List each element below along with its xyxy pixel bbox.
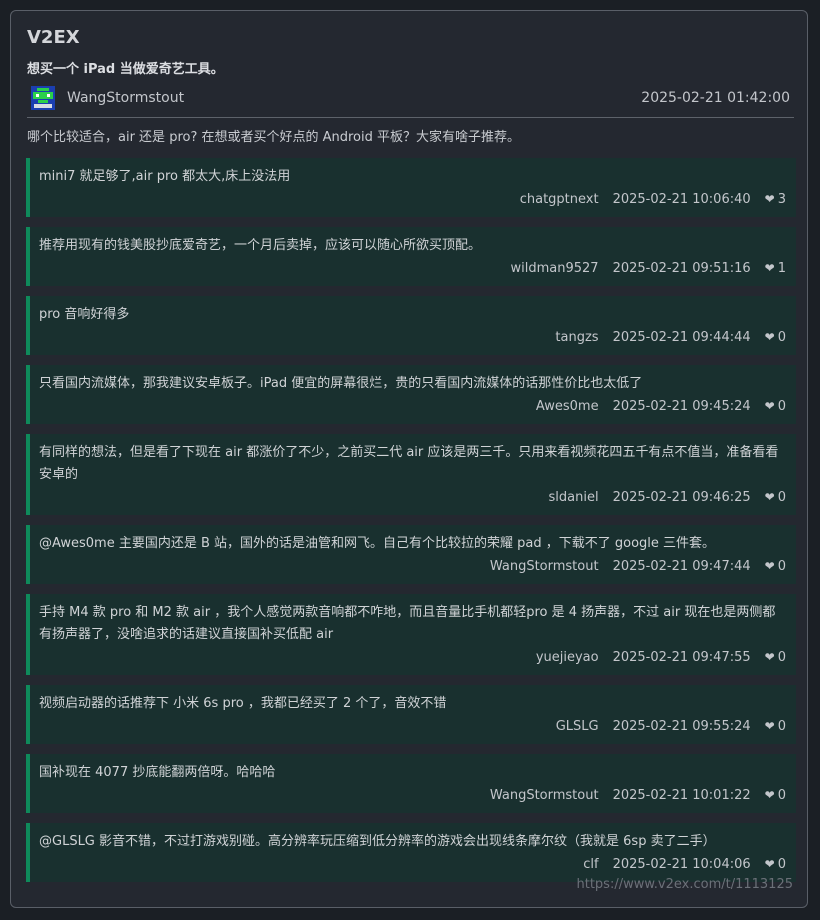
- reply-time: 2025-02-21 10:06:40: [612, 192, 751, 207]
- heart-icon: ❤: [764, 719, 775, 733]
- topic-title[interactable]: 想买一个 iPad 当做爱奇艺工具。: [27, 60, 224, 80]
- reply-content: 手持 M4 款 pro 和 M2 款 air ，我个人感觉两款音响都不咋地，而且…: [39, 605, 776, 642]
- like-count: 1: [777, 261, 786, 276]
- like-count: 0: [777, 399, 786, 414]
- reply-item: @Awes0me 主要国内还是 B 站，国外的话是油管和网飞。自己有个比较拉的荣…: [26, 525, 796, 584]
- reply-time: 2025-02-21 09:45:24: [612, 399, 751, 414]
- reply-time: 2025-02-21 10:04:06: [612, 857, 751, 872]
- reply-time: 2025-02-21 09:51:16: [612, 261, 751, 276]
- reply-time: 2025-02-21 09:55:24: [612, 719, 751, 734]
- reply-meta: clf 2025-02-21 10:04:06 ❤ 0: [39, 853, 786, 876]
- reply-item: 视频启动器的话推荐下 小米 6s pro ，我都已经买了 2 个了，音效不错 GL…: [26, 685, 796, 744]
- reply-item: 国补现在 4077 抄底能翻两倍呀。哈哈哈 WangStormstout 2025-…: [26, 754, 796, 813]
- heart-icon: ❤: [764, 857, 775, 871]
- reply-username[interactable]: chatgptnext: [520, 189, 599, 211]
- reply-meta: wildman9527 2025-02-21 09:51:16 ❤ 1: [39, 257, 786, 280]
- like-count: 0: [777, 330, 786, 345]
- reply-item: 手持 M4 款 pro 和 M2 款 air ，我个人感觉两款音响都不咋地，而且…: [26, 594, 796, 675]
- reply-username[interactable]: WangStormstout: [490, 556, 599, 578]
- topic-author-row: WangStormstout 2025-02-21 01:42:00: [27, 84, 790, 112]
- topic-time: 2025-02-21 01:42:00: [641, 90, 790, 106]
- reply-meta: GLSLG 2025-02-21 09:55:24 ❤ 0: [39, 715, 786, 738]
- heart-icon: ❤: [764, 261, 775, 275]
- reply-item: 只看国内流媒体，那我建议安卓板子。iPad 便宜的屏幕很烂，贵的只看国内流媒体的…: [26, 365, 796, 424]
- divider: [27, 117, 794, 118]
- reply-like-count[interactable]: ❤ 0: [765, 715, 786, 738]
- reply-meta: sldaniel 2025-02-21 09:46:25 ❤ 0: [39, 486, 787, 509]
- reply-item: 推荐用现有的钱美股抄底爱奇艺，一个月后卖掉，应该可以随心所欲买顶配。 wildma…: [26, 227, 796, 286]
- reply-time: 2025-02-21 10:01:22: [612, 788, 751, 803]
- like-count: 0: [777, 788, 786, 803]
- reply-like-count[interactable]: ❤ 0: [765, 784, 786, 807]
- reply-meta: Awes0me 2025-02-21 09:45:24 ❤ 0: [39, 395, 786, 418]
- reply-content: 只看国内流媒体，那我建议安卓板子。iPad 便宜的屏幕很烂，贵的只看国内流媒体的…: [39, 376, 643, 391]
- reply-username[interactable]: WangStormstout: [490, 785, 599, 807]
- reply-like-count[interactable]: ❤ 0: [765, 555, 786, 578]
- reply-item: pro 音响好得多 tangzs 2025-02-21 09:44:44 ❤ 0: [26, 296, 796, 355]
- topic-body: 哪个比较适合，air 还是 pro? 在想或者买个好点的 Android 平板？…: [27, 130, 521, 145]
- topic-author[interactable]: WangStormstout: [67, 89, 184, 107]
- like-count: 0: [777, 650, 786, 665]
- reply-like-count[interactable]: ❤ 0: [765, 646, 786, 669]
- reply-content: 有同样的想法，但是看了下现在 air 都涨价了不少，之前买二代 air 应该是两…: [39, 445, 779, 482]
- reply-item: mini7 就足够了,air pro 都太大,床上没法用 chatgptnext 2…: [26, 158, 796, 217]
- reply-like-count[interactable]: ❤ 0: [765, 395, 786, 418]
- like-count: 0: [777, 559, 786, 574]
- reply-time: 2025-02-21 09:47:44: [612, 559, 751, 574]
- reply-like-count[interactable]: ❤ 3: [765, 188, 786, 211]
- heart-icon: ❤: [764, 330, 775, 344]
- reply-time: 2025-02-21 09:47:55: [612, 650, 751, 665]
- reply-content: @GLSLG 影音不错，不过打游戏别碰。高分辨率玩压缩到低分辨率的游戏会出现线条…: [39, 834, 716, 849]
- reply-content: @Awes0me 主要国内还是 B 站，国外的话是油管和网飞。自己有个比较拉的荣…: [39, 536, 716, 551]
- reply-username[interactable]: Awes0me: [536, 396, 599, 418]
- heart-icon: ❤: [764, 490, 775, 504]
- reply-item: 有同样的想法，但是看了下现在 air 都涨价了不少，之前买二代 air 应该是两…: [26, 434, 796, 515]
- reply-time: 2025-02-21 09:44:44: [612, 330, 751, 345]
- reply-username[interactable]: sldaniel: [549, 487, 599, 509]
- heart-icon: ❤: [764, 399, 775, 413]
- heart-icon: ❤: [764, 559, 775, 573]
- like-count: 3: [777, 192, 786, 207]
- reply-username[interactable]: clf: [583, 854, 598, 876]
- reply-username[interactable]: wildman9527: [511, 258, 599, 280]
- avatar[interactable]: [31, 86, 55, 110]
- reply-list: mini7 就足够了,air pro 都太大,床上没法用 chatgptnext 2…: [26, 158, 796, 892]
- reply-content: 推荐用现有的钱美股抄底爱奇艺，一个月后卖掉，应该可以随心所欲买顶配。: [39, 238, 482, 253]
- reply-item: @GLSLG 影音不错，不过打游戏别碰。高分辨率玩压缩到低分辨率的游戏会出现线条…: [26, 823, 796, 882]
- reply-like-count[interactable]: ❤ 0: [765, 853, 786, 876]
- reply-username[interactable]: tangzs: [555, 327, 598, 349]
- topic-card: V2EX 想买一个 iPad 当做爱奇艺工具。 WangStormstout 2…: [10, 10, 808, 908]
- site-title[interactable]: V2EX: [27, 25, 80, 51]
- like-count: 0: [777, 490, 786, 505]
- reply-meta: yuejieyao 2025-02-21 09:47:55 ❤ 0: [39, 646, 786, 669]
- reply-meta: tangzs 2025-02-21 09:44:44 ❤ 0: [39, 326, 786, 349]
- reply-username[interactable]: GLSLG: [556, 716, 599, 738]
- topic-url-link[interactable]: https://www.v2ex.com/t/1113125: [576, 876, 793, 894]
- reply-content: mini7 就足够了,air pro 都太大,床上没法用: [39, 169, 291, 184]
- reply-meta: chatgptnext 2025-02-21 10:06:40 ❤ 3: [39, 188, 786, 211]
- heart-icon: ❤: [764, 788, 775, 802]
- reply-like-count[interactable]: ❤ 0: [765, 326, 786, 349]
- heart-icon: ❤: [764, 650, 775, 664]
- reply-time: 2025-02-21 09:46:25: [612, 490, 751, 505]
- like-count: 0: [777, 857, 786, 872]
- reply-like-count[interactable]: ❤ 1: [765, 257, 786, 280]
- like-count: 0: [777, 719, 786, 734]
- reply-meta: WangStormstout 2025-02-21 10:01:22 ❤ 0: [39, 784, 786, 807]
- reply-content: 视频启动器的话推荐下 小米 6s pro ，我都已经买了 2 个了，音效不错: [39, 696, 447, 711]
- reply-content: 国补现在 4077 抄底能翻两倍呀。哈哈哈: [39, 765, 276, 780]
- reply-like-count[interactable]: ❤ 0: [765, 486, 786, 509]
- reply-meta: WangStormstout 2025-02-21 09:47:44 ❤ 0: [39, 555, 786, 578]
- heart-icon: ❤: [764, 192, 775, 206]
- reply-content: pro 音响好得多: [39, 307, 130, 322]
- reply-username[interactable]: yuejieyao: [536, 647, 599, 669]
